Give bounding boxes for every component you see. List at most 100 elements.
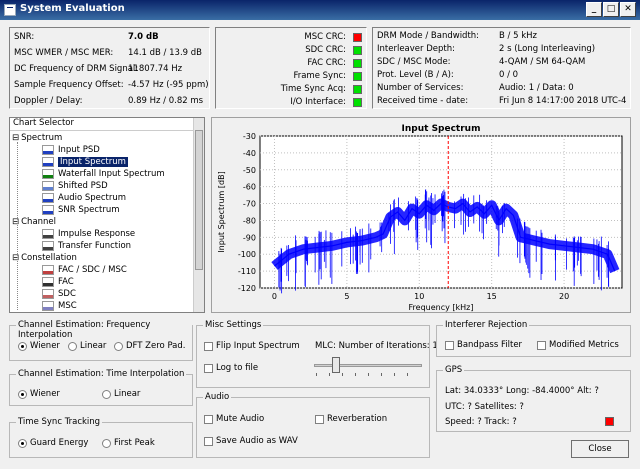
input-spectrum-chart: -30 -40 -50 -60 -70 -80 -90 -100 -110 -120 0 5 10 15 2… — [217, 124, 623, 312]
freq-wiener-label: Wiener — [30, 341, 60, 351]
measure-value: 7.0 dB — [128, 32, 159, 42]
tree-item[interactable]: Input PSD — [42, 144, 100, 156]
plot-area — [259, 135, 623, 289]
drm-info-label: Number of Services: — [377, 83, 464, 93]
drm-info-value: B / 5 kHz — [499, 31, 537, 41]
time-linear-radio[interactable] — [102, 390, 111, 399]
close-window-button[interactable]: ✕ — [620, 2, 636, 17]
tree-item-label: Spectrum — [21, 133, 63, 143]
close-button[interactable]: Close — [571, 440, 629, 458]
measure-label: SNR: — [14, 32, 35, 42]
measure-value: 11807.74 Hz — [128, 64, 183, 74]
status-led — [353, 72, 362, 81]
gps-speed-track: Speed: ? Track: ? — [445, 417, 517, 427]
status-led — [353, 85, 362, 94]
sdc-icon — [42, 289, 54, 299]
tree-item[interactable]: Input Spectrum — [42, 156, 128, 168]
y-axis-label: Input Spectrum [dB] — [217, 171, 226, 252]
freq-dft-label: DFT Zero Pad. — [126, 341, 186, 351]
drm-info-value: 4-QAM / SM 64-QAM — [499, 57, 586, 67]
y-tick-label: -100 — [238, 250, 256, 259]
maximize-button[interactable]: □ — [603, 2, 619, 17]
tree-item-label: Impulse Response — [58, 229, 136, 239]
tree-expand-icon[interactable]: ⊟ — [12, 133, 19, 143]
tree-expand-icon[interactable]: ⊟ — [12, 217, 19, 227]
status-led-label: Time Sync Acq: — [280, 84, 346, 94]
tree-item[interactable]: MSC — [42, 300, 77, 312]
save-wav-label: Save Audio as WAV — [216, 436, 298, 446]
y-tick-label: -90 — [243, 233, 256, 242]
freq-linear-label: Linear — [80, 341, 107, 351]
tree-expand-icon[interactable]: ⊟ — [12, 253, 19, 263]
reverberation-checkbox[interactable] — [315, 415, 324, 424]
flip-spectrum-checkbox[interactable] — [204, 342, 213, 351]
chart-selector-tree[interactable]: Chart Selector ⊟ Spectrum Input PSD Input S… — [9, 117, 205, 313]
app-icon — [4, 4, 16, 16]
freq-dft-radio[interactable] — [114, 342, 123, 351]
first-peak-radio[interactable] — [102, 439, 111, 448]
freq-wiener-radio[interactable] — [18, 342, 27, 351]
misc-settings-group: Misc Settings Flip Input Spectrum Log to… — [196, 320, 438, 388]
guard-energy-radio[interactable] — [18, 439, 27, 448]
y-tick-label: -70 — [243, 200, 256, 209]
mlc-iterations-label: MLC: Number of Iterations: 1 — [315, 341, 438, 351]
drm-info-label: Received time - date: — [377, 96, 469, 106]
status-led — [353, 33, 362, 42]
modified-metrics-checkbox[interactable] — [537, 341, 546, 350]
tree-item-label: Input Spectrum — [58, 157, 128, 167]
transfer-icon — [42, 241, 54, 251]
tree-item[interactable]: FAC / SDC / MSC — [42, 264, 127, 276]
tree-connector — [17, 142, 18, 310]
y-tick-label: -60 — [243, 183, 256, 192]
mute-audio-checkbox[interactable] — [204, 415, 213, 424]
x-tick-label: 20 — [559, 292, 569, 301]
tree-item[interactable]: SNR Spectrum — [42, 204, 120, 216]
tree-item[interactable]: ⊟ Constellation — [12, 252, 77, 264]
mlc-slider-track[interactable] — [314, 364, 422, 367]
tree-item[interactable]: ⊟ Channel — [12, 216, 56, 228]
gps-utc-satellites: UTC: ? Satellites: ? — [445, 402, 524, 412]
spectrum-icon — [42, 157, 54, 167]
tree-item[interactable]: SDC — [42, 288, 76, 300]
psd-icon — [42, 145, 54, 155]
status-led — [353, 98, 362, 107]
y-tick-label: -40 — [243, 149, 256, 158]
chart-panel: -30 -40 -50 -60 -70 -80 -90 -100 -110 -120 0 5 10 15 2… — [211, 117, 631, 313]
tree-item-label: Shifted PSD — [58, 181, 108, 191]
tree-item[interactable]: Transfer Function — [42, 240, 131, 252]
tree-item[interactable]: Waterfall Input Spectrum — [42, 168, 165, 180]
tree-item[interactable]: ⊟ Spectrum — [12, 132, 62, 144]
flip-spectrum-label: Flip Input Spectrum — [216, 341, 300, 351]
tree-item[interactable]: Audio Spectrum — [42, 192, 126, 204]
minimize-button[interactable]: _ — [586, 2, 602, 17]
drm-info-value: 2 s (Long Interleaving) — [499, 44, 596, 54]
audio-title: Audio — [203, 392, 232, 402]
drm-info-label: DRM Mode / Bandwidth: — [377, 31, 480, 41]
window-title: System Evaluation — [20, 3, 125, 14]
freq-linear-radio[interactable] — [68, 342, 77, 351]
save-wav-checkbox[interactable] — [204, 437, 213, 446]
status-led-panel: MSC CRC: SDC CRC: FAC CRC: Frame Sync: Time … — [215, 27, 367, 109]
tree-item-label: Channel — [21, 217, 57, 227]
tree-item[interactable]: Impulse Response — [42, 228, 136, 240]
y-tick-label: -110 — [238, 267, 256, 276]
tree-item[interactable]: Shifted PSD — [42, 180, 108, 192]
tree-item-label: FAC — [58, 277, 74, 287]
tree-scrollbar[interactable] — [193, 118, 204, 312]
chart-title: Input Spectrum — [402, 124, 481, 134]
time-linear-label: Linear — [114, 389, 141, 399]
modified-metrics-label: Modified Metrics — [549, 340, 619, 350]
time-wiener-radio[interactable] — [18, 390, 27, 399]
log-file-checkbox[interactable] — [204, 364, 213, 373]
tree-item[interactable]: FAC — [42, 276, 74, 288]
tree-item-label: Input PSD — [58, 145, 100, 155]
interferer-title: Interferer Rejection — [443, 320, 530, 330]
drm-info-value: 0 / 0 — [499, 70, 519, 80]
freq-interp-title: Channel Estimation: Frequency Interpolat… — [16, 320, 192, 340]
status-led — [353, 46, 362, 55]
x-tick-label: 0 — [272, 292, 277, 301]
bandpass-filter-checkbox[interactable] — [445, 341, 454, 350]
mlc-slider-thumb[interactable] — [331, 357, 340, 373]
tree-scrollbar-thumb[interactable] — [195, 130, 203, 270]
mlc-slider-ticks — [316, 373, 420, 376]
